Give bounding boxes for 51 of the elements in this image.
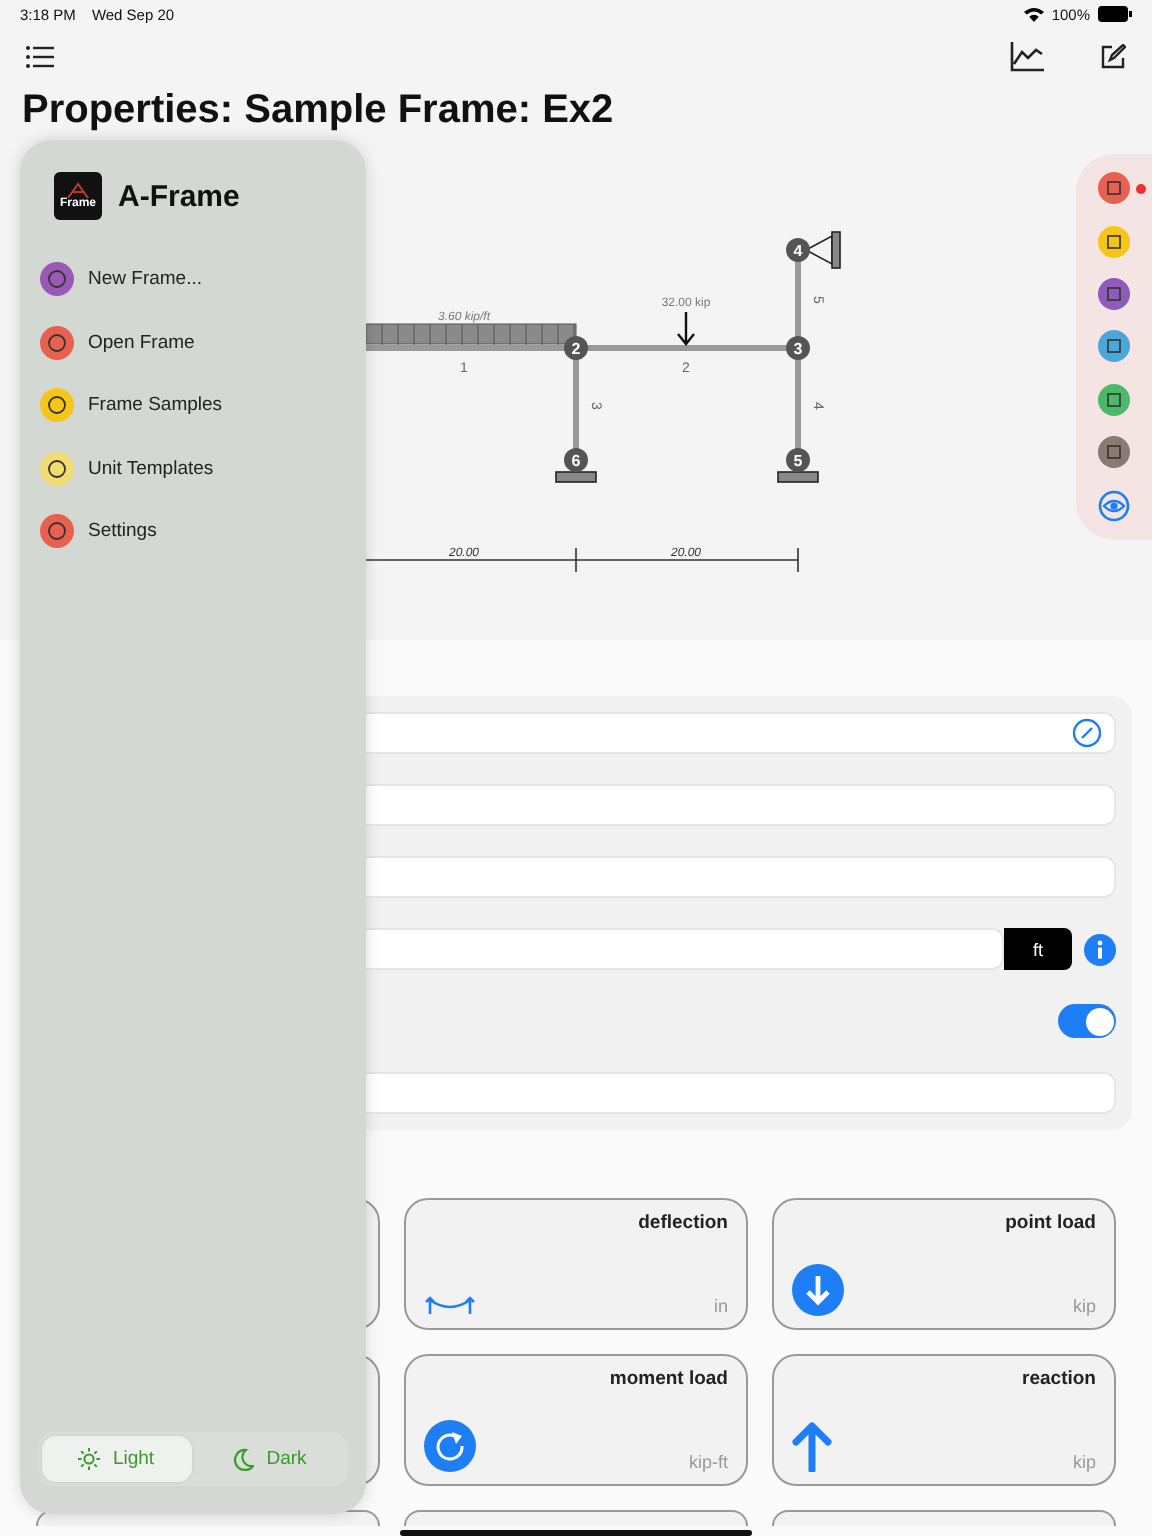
tool-icon[interactable] <box>1098 383 1130 416</box>
tool-icon[interactable] <box>1098 436 1130 469</box>
wifi-icon <box>1023 6 1044 22</box>
tile-card[interactable] <box>404 1510 748 1526</box>
tile-card[interactable]: point load kip <box>772 1198 1116 1330</box>
tool-icon[interactable] <box>1098 172 1130 205</box>
eye-icon[interactable] <box>1098 489 1130 522</box>
battery-icon <box>1098 6 1132 22</box>
app-name: A-Frame <box>118 179 240 213</box>
list-icon[interactable] <box>26 45 54 67</box>
up-arrow-icon <box>792 1420 832 1472</box>
tile-title: reaction <box>1020 1368 1096 1390</box>
node: 5 <box>786 448 810 472</box>
tile-title: point load <box>1003 1212 1096 1234</box>
tool-icon[interactable] <box>1098 330 1130 363</box>
unit-label: kip <box>1072 1452 1096 1472</box>
frame-icon <box>66 182 90 198</box>
unit-label: kip-ft <box>688 1452 728 1472</box>
tile-card[interactable]: reaction kip <box>772 1354 1116 1486</box>
rotate-icon <box>424 1420 476 1472</box>
pin-support <box>804 231 841 269</box>
deflection-icon <box>424 1292 476 1316</box>
menu-item[interactable]: New Frame... <box>88 268 203 291</box>
line-chart-icon[interactable] <box>1010 41 1044 71</box>
node: 2 <box>564 336 588 360</box>
toggle-switch[interactable] <box>1058 1004 1116 1038</box>
tile-card[interactable]: moment load kip-ft <box>404 1354 748 1486</box>
fixed-support <box>555 471 597 483</box>
moon-icon <box>232 1447 255 1471</box>
tile-card[interactable]: deflection in <box>404 1198 748 1330</box>
info-icon[interactable] <box>1084 933 1116 965</box>
page-title: Properties: Sample Frame: Ex2 <box>0 84 1152 154</box>
unit-label: kip <box>1072 1296 1096 1316</box>
menu-item[interactable]: Open Frame <box>88 331 195 354</box>
tool-icon[interactable] <box>1098 225 1130 258</box>
node: 3 <box>786 336 810 360</box>
menu-item[interactable]: Frame Samples <box>88 394 223 417</box>
tool-icon[interactable] <box>1098 278 1130 311</box>
menu-item[interactable]: Unit Templates <box>88 457 214 480</box>
unit-label: in <box>713 1296 728 1316</box>
unit-button[interactable]: ft <box>1004 928 1072 970</box>
sun-icon <box>78 1448 101 1470</box>
node: 6 <box>564 448 588 472</box>
menu-item[interactable]: Settings <box>88 520 157 543</box>
tile-title: moment load <box>607 1368 728 1390</box>
node: 4 <box>786 238 810 262</box>
fixed-support <box>777 471 819 483</box>
tile-card[interactable] <box>772 1510 1116 1526</box>
tile-title: deflection <box>636 1212 728 1234</box>
edit-icon[interactable] <box>1100 43 1126 69</box>
point-load-arrow <box>676 310 696 346</box>
